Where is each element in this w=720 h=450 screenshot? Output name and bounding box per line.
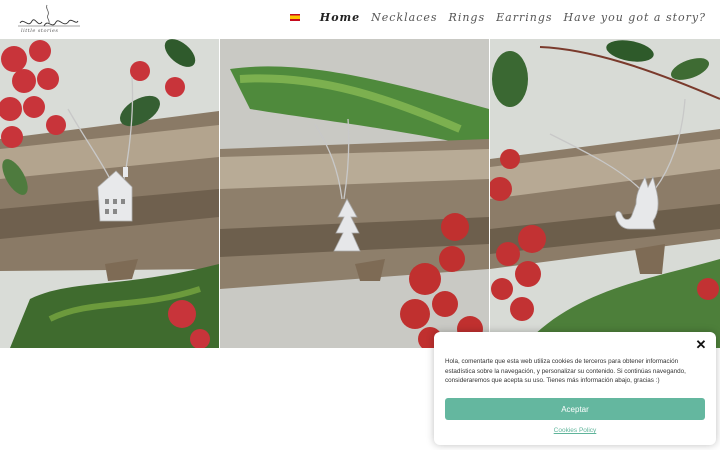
gallery-image-house[interactable] — [0, 39, 219, 348]
page: little stories Home Necklaces Rings Earr… — [0, 0, 720, 450]
gallery-image-cat[interactable] — [490, 39, 720, 348]
nav-rings[interactable]: Rings — [449, 11, 486, 24]
cookie-banner: ✕ Hola, comentarte que esta web utiliza … — [434, 332, 716, 445]
gallery-image-tree[interactable] — [220, 39, 489, 348]
cookies-policy-link[interactable]: Cookies Policy — [434, 427, 716, 434]
nav-home[interactable]: Home — [320, 11, 360, 24]
cookie-message: Hola, comentarte que esta web utiliza co… — [445, 358, 686, 384]
accept-cookies-button[interactable]: Aceptar — [445, 398, 705, 420]
nav-story[interactable]: Have you got a story? — [564, 11, 706, 24]
logo-subtitle: little stories — [21, 28, 59, 34]
close-icon[interactable]: ✕ — [694, 338, 708, 352]
nav-necklaces[interactable]: Necklaces — [371, 11, 437, 24]
main-nav: Home Necklaces Rings Earrings Have you g… — [289, 11, 706, 24]
spanish-flag-icon[interactable] — [289, 14, 300, 21]
product-gallery — [0, 39, 720, 348]
site-header: little stories Home Necklaces Rings Earr… — [0, 0, 720, 40]
nav-earrings[interactable]: Earrings — [496, 11, 552, 24]
